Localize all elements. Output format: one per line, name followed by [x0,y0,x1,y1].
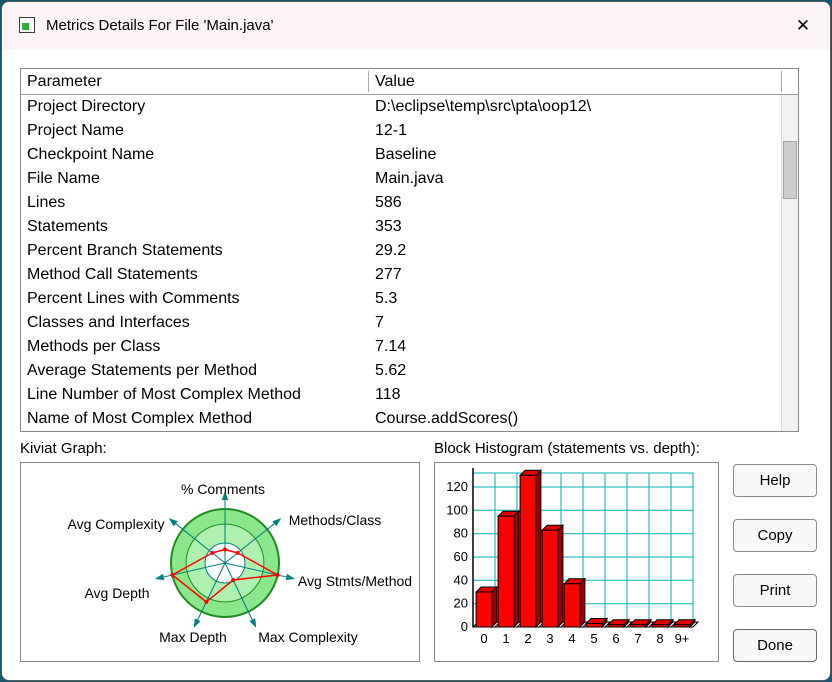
table-header: Parameter Value [21,69,798,95]
table-row[interactable]: Lines 586 [21,191,781,215]
table-row[interactable]: Average Statements per Method 5.62 [21,359,781,383]
svg-text:5: 5 [590,631,597,646]
parameter-cell: Percent Lines with Comments [27,290,240,307]
histogram-panel: 0 20 40 60 80 100 120 0 1 2 3 4 5 6 7 8 9+ [434,462,719,662]
parameter-cell: Statements [27,218,108,235]
kiviat-axis-label-avg-complexity: Avg Complexity [67,516,165,532]
svg-text:80: 80 [454,526,468,541]
dialog-metrics-details: Metrics Details For File 'Main.java' ✕ P… [1,1,831,681]
help-button[interactable]: Help [733,464,817,497]
kiviat-axis-label-max-depth: Max Depth [159,629,227,645]
desktop-background: { "window": { "title": "Metrics Details … [0,0,832,682]
value-cell: 5.3 [375,290,398,307]
metrics-table-body: Project Directory D:\eclipse\temp\src\pta… [21,95,781,431]
value-cell: 12-1 [375,122,408,139]
parameter-cell: Methods per Class [27,338,161,355]
table-scrollbar[interactable] [781,95,798,431]
parameter-cell: Project Name [27,122,124,139]
kiviat-axis-label-avg-stmts-method: Avg Stmts/Method [297,573,413,589]
svg-text:0: 0 [480,631,487,646]
table-row[interactable]: Line Number of Most Complex Method 118 [21,383,781,407]
value-cell: 29.2 [375,242,407,259]
kiviat-graph-panel: % Comments Methods/Class Avg Stmts/Metho… [20,462,420,662]
value-cell: 353 [375,218,402,235]
svg-text:100: 100 [446,502,468,517]
copy-button[interactable]: Copy [733,519,817,552]
parameter-cell: Checkpoint Name [27,146,155,163]
column-header-value[interactable]: Value [375,69,415,94]
table-row[interactable]: Project Name 12-1 [21,119,781,143]
value-cell: D:\eclipse\temp\src\pta\oop12\ [375,98,592,115]
parameter-cell: Classes and Interfaces [27,314,190,331]
parameter-cell: File Name [27,170,100,187]
histogram-section-label: Block Histogram (statements vs. depth): [434,440,700,457]
value-cell: 5.62 [375,362,407,379]
parameter-cell: Line Number of Most Complex Method [27,386,301,403]
table-row[interactable]: Project Directory D:\eclipse\temp\src\pta… [21,95,781,119]
title-bar[interactable]: Metrics Details For File 'Main.java' ✕ [2,2,830,49]
svg-text:60: 60 [454,549,468,564]
table-row[interactable]: Percent Branch Statements 29.2 [21,239,781,263]
kiviat-axis-label-percent-comments: % Comments [180,481,266,497]
table-row[interactable]: Methods per Class 7.14 [21,335,781,359]
value-cell: 118 [375,386,401,403]
value-cell: Baseline [375,146,437,163]
svg-text:120: 120 [446,479,468,494]
metrics-table: Parameter Value Project Directory D:\ecli… [20,68,799,432]
svg-text:0: 0 [461,619,468,634]
value-cell: Course.addScores() [375,410,519,427]
done-button[interactable]: Done [733,629,817,662]
svg-text:8: 8 [656,631,663,646]
parameter-cell: Method Call Statements [27,266,198,283]
app-icon [19,17,35,33]
parameter-cell: Average Statements per Method [27,362,258,379]
table-row[interactable]: Checkpoint Name Baseline [21,143,781,167]
svg-text:40: 40 [454,572,468,587]
histogram-chart: 0 20 40 60 80 100 120 0 1 2 3 4 5 6 7 8 9+ [435,463,718,661]
table-row[interactable]: File Name Main.java [21,167,781,191]
column-header-parameter[interactable]: Parameter [27,69,102,94]
value-cell: Main.java [375,170,444,187]
close-icon[interactable]: ✕ [788,11,818,41]
table-row[interactable]: Name of Most Complex Method Course.addSco… [21,407,781,431]
parameter-cell: Project Directory [27,98,146,115]
parameter-cell: Lines [27,194,66,211]
scrollbar-thumb[interactable] [783,141,797,199]
table-row[interactable]: Percent Lines with Comments 5.3 [21,287,781,311]
kiviat-axis-label-methods-per-class: Methods/Class [288,512,382,528]
kiviat-section-label: Kiviat Graph: [20,440,107,457]
table-row[interactable]: Classes and Interfaces 7 [21,311,781,335]
window-title: Metrics Details For File 'Main.java' [46,17,274,34]
svg-text:3: 3 [546,631,553,646]
svg-text:6: 6 [612,631,619,646]
value-cell: 277 [375,266,402,283]
svg-text:1: 1 [502,631,509,646]
table-row[interactable]: Statements 353 [21,215,781,239]
print-button[interactable]: Print [733,574,817,607]
svg-text:2: 2 [524,631,531,646]
svg-text:4: 4 [568,631,575,646]
table-row[interactable]: Method Call Statements 277 [21,263,781,287]
svg-text:20: 20 [454,596,468,611]
kiviat-axis-label-avg-depth: Avg Depth [84,585,150,601]
parameter-cell: Percent Branch Statements [27,242,223,259]
svg-text:7: 7 [634,631,641,646]
value-cell: 7 [375,314,384,331]
value-cell: 7.14 [375,338,407,355]
histogram-svg: 0204060801001200 1 2 3 4 5 6 7 8 9+ [446,468,700,646]
kiviat-axis-label-max-complexity: Max Complexity [258,629,358,645]
value-cell: 586 [375,194,402,211]
svg-text:9+: 9+ [675,631,690,646]
parameter-cell: Name of Most Complex Method [27,410,252,427]
